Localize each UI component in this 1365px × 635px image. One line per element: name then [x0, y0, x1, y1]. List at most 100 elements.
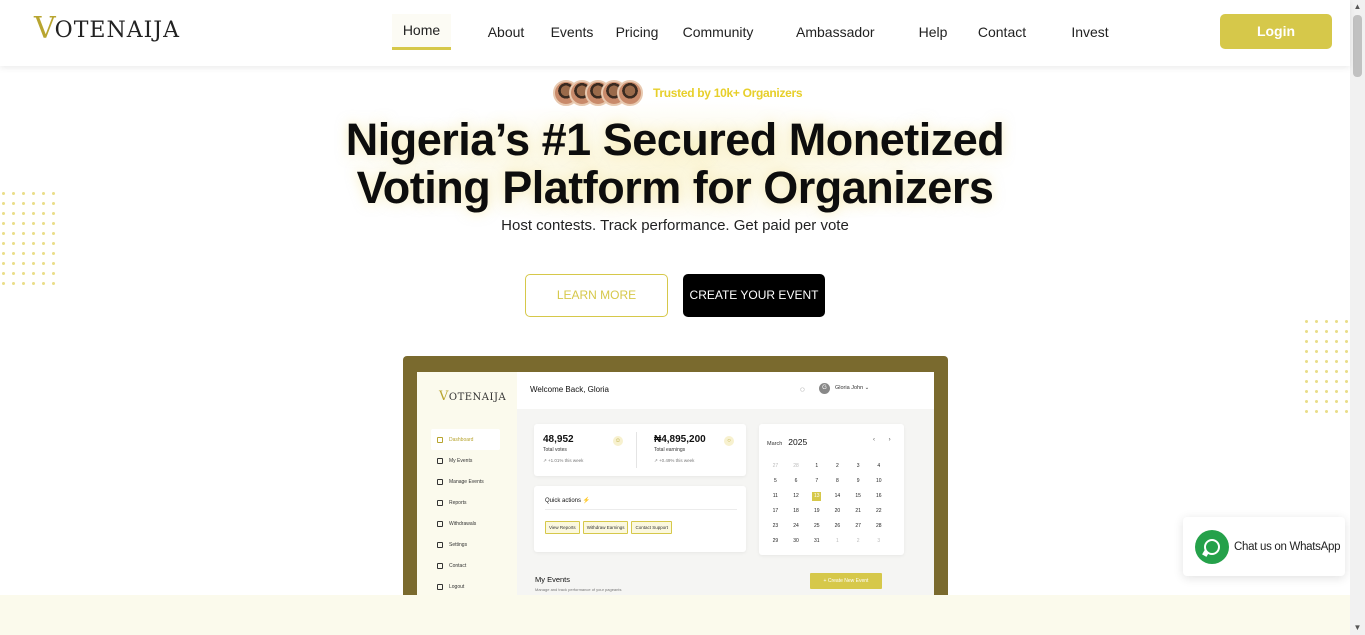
- decorative-dots-left: [2, 192, 55, 285]
- calendar-header: March 2025: [767, 437, 808, 447]
- quick-withdraw-earnings: Withdraw Earnings: [582, 521, 629, 534]
- mockup-topbar: Welcome Back, Gloria ◌ G Gloria John ⌄: [517, 372, 934, 409]
- whatsapp-chat-button[interactable]: Chat us on WhatsApp: [1183, 517, 1345, 576]
- stat-total-earnings: ₦4,895,200 Total earnings ↗ +0.49% this …: [654, 434, 734, 464]
- calendar-day: 18: [793, 508, 799, 514]
- learn-more-button[interactable]: LEARN MORE: [525, 274, 668, 317]
- stat-total-votes: 48,952 Total votes ↗ +1.01% this week ☺: [543, 434, 623, 463]
- mockup-menu-manage-events: Manage Events: [431, 471, 517, 492]
- chart-icon: [437, 436, 443, 443]
- calendar-day: 8: [836, 478, 839, 484]
- calendar-day: 6: [794, 478, 798, 484]
- calendar-day: 26: [834, 523, 841, 529]
- logout-icon: [437, 583, 443, 590]
- nav-about[interactable]: About: [485, 14, 527, 50]
- mockup-user-name: Gloria John ⌄: [835, 385, 870, 391]
- site-header: V OTENAIJA Home About Events Pricing Com…: [0, 0, 1350, 66]
- calendar-day: 30: [793, 538, 799, 544]
- mockup-quick-actions: Quick actions ⚡ View Reports Withdraw Ea…: [534, 486, 746, 552]
- scroll-down-arrow-icon[interactable]: ▼: [1350, 621, 1365, 635]
- mockup-menu-my-events: My Events: [431, 450, 517, 471]
- nav-pricing[interactable]: Pricing: [614, 14, 660, 50]
- calendar-day: 22: [876, 508, 882, 514]
- headline-line-1: Nigeria’s #1 Secured Monetized: [345, 114, 1005, 165]
- calendar-day: 15: [855, 493, 861, 499]
- quick-contact-support: Contact Support: [631, 521, 672, 534]
- calendar-day: 3: [877, 538, 881, 544]
- mockup-menu: Dashboard My Events Manage Events Report…: [431, 429, 517, 595]
- mockup-create-event-button: + Create New Event: [810, 573, 882, 589]
- nav-invest[interactable]: Invest: [1070, 14, 1110, 50]
- calendar-day: 29: [772, 538, 779, 544]
- calendar-day: 10: [876, 478, 882, 484]
- bottom-section-strip: [0, 595, 1350, 635]
- create-event-button[interactable]: CREATE YOUR EVENT: [683, 274, 825, 317]
- calendar-day: 27: [855, 523, 861, 529]
- mockup-sidebar: VOTENAIJA Dashboard My Events Manage Eve…: [417, 372, 517, 595]
- calendar-day: 1: [815, 463, 819, 469]
- calendar-day: 16: [876, 493, 882, 499]
- headline-line-2: Voting Platform for Organizers: [356, 162, 994, 213]
- whatsapp-icon: [1195, 529, 1229, 564]
- gear-icon: [437, 541, 443, 548]
- scroll-up-arrow-icon[interactable]: ▲: [1350, 0, 1365, 14]
- calendar-day: 25: [813, 523, 820, 529]
- calendar-day: 14: [834, 493, 841, 499]
- login-button[interactable]: Login: [1220, 14, 1332, 49]
- calendar-day: 24: [793, 523, 799, 529]
- hero-headline: Nigeria’s #1 Secured Monetized Voting Pl…: [300, 116, 1050, 212]
- mockup-welcome: Welcome Back, Gloria: [530, 385, 609, 394]
- mockup-user-avatar: G: [819, 383, 830, 394]
- trusted-text: Trusted by 10k+ Organizers: [653, 86, 803, 100]
- mockup-logo: VOTENAIJA: [439, 389, 507, 404]
- mockup-menu-logout: Logout: [431, 576, 517, 595]
- calendar-day: 20: [834, 508, 841, 514]
- calendar-day: 19: [813, 508, 820, 514]
- quick-actions-buttons: View Reports Withdraw Earnings Contact S…: [545, 521, 672, 534]
- scrollbar[interactable]: ▲ ▼: [1350, 0, 1365, 635]
- mockup-menu-settings: Settings: [431, 534, 517, 555]
- phone-icon: [437, 562, 443, 569]
- logo-mark: V: [34, 11, 57, 46]
- nav-events[interactable]: Events: [550, 14, 594, 50]
- calendar-day: 28: [793, 463, 799, 469]
- calendar-day: 21: [855, 508, 861, 514]
- mockup-events-title: My Events: [535, 575, 571, 584]
- users-icon: [437, 478, 443, 485]
- calendar-grid: 27 28 1 2 3 4 5 6 7 8 9 10 11 12 13 14 15 16 17 18 19 20 21 22 2…: [765, 462, 889, 546]
- calendar-day: 1: [836, 538, 839, 544]
- calendar-day: 5: [773, 478, 777, 484]
- report-icon: [437, 499, 443, 506]
- stat-divider: [636, 432, 637, 468]
- calendar-day: 17: [772, 508, 779, 514]
- nav-community[interactable]: Community: [681, 14, 755, 50]
- hero-subheadline: Host contests. Track performance. Get pa…: [501, 217, 849, 234]
- calendar-icon: [437, 457, 443, 464]
- mockup-menu-contact: Contact: [431, 555, 517, 576]
- mockup-stats-card: 48,952 Total votes ↗ +1.01% this week ☺ …: [534, 424, 746, 476]
- calendar-day: 12: [793, 493, 799, 499]
- mockup-menu-withdrawals: Withdrawals: [431, 513, 517, 534]
- calendar-day: 4: [877, 463, 881, 469]
- mockup-menu-reports: Reports: [431, 492, 517, 513]
- nav-ambassador[interactable]: Ambassador: [796, 14, 875, 50]
- dashboard-mockup: VOTENAIJA Dashboard My Events Manage Eve…: [403, 356, 948, 595]
- page: V OTENAIJA Home About Events Pricing Com…: [0, 0, 1365, 635]
- nav-help[interactable]: Help: [917, 14, 949, 50]
- quick-actions-title: Quick actions ⚡: [545, 498, 591, 504]
- main-nav: Home About Events Pricing Community Amba…: [392, 14, 1110, 50]
- nav-contact[interactable]: Contact: [976, 14, 1028, 50]
- calendar-nav-icon: ‹ ›: [873, 437, 897, 443]
- calendar-day: 3: [856, 463, 860, 469]
- mockup-menu-dashboard: Dashboard: [431, 429, 500, 450]
- calendar-day: 2: [836, 463, 839, 469]
- coin-icon: ○: [724, 436, 734, 446]
- calendar-day: 11: [772, 493, 778, 499]
- nav-home[interactable]: Home: [392, 14, 451, 50]
- mockup-events-subtitle: Manage and track performance of your pag…: [535, 587, 622, 592]
- calendar-day: 28: [876, 523, 882, 529]
- calendar-day: 31: [813, 538, 820, 544]
- scroll-thumb[interactable]: [1353, 15, 1362, 77]
- logo[interactable]: V OTENAIJA: [34, 14, 180, 44]
- quick-actions-divider: [545, 509, 737, 510]
